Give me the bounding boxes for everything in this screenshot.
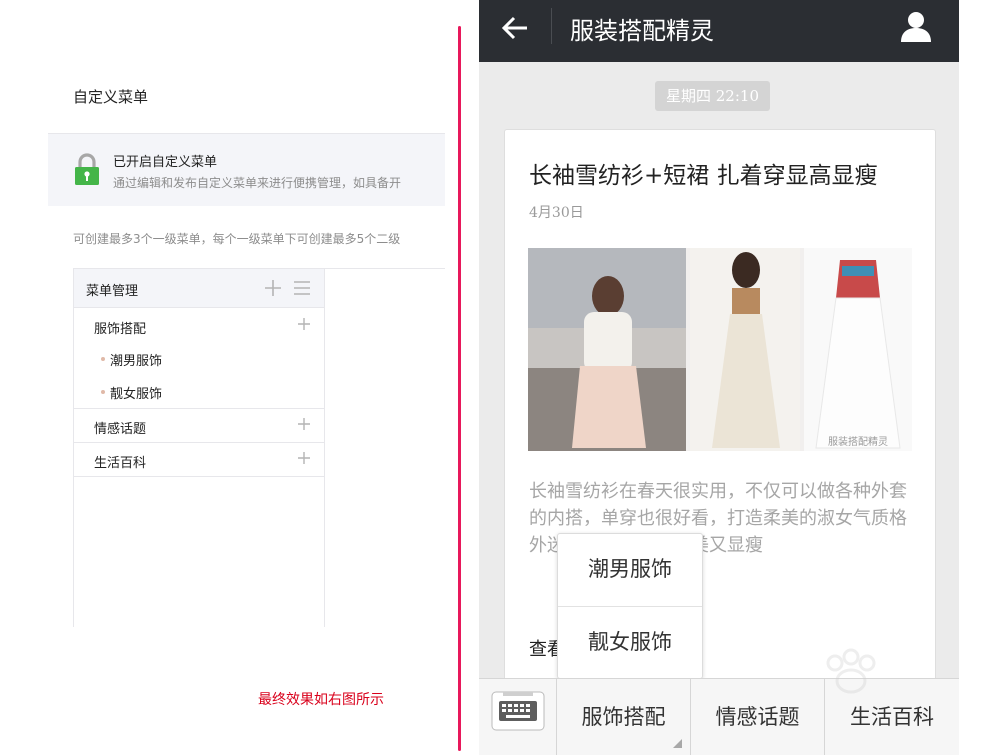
message-timestamp: 星期四 22:10 (655, 81, 770, 111)
menu-item-label: 服饰搭配 (94, 322, 147, 337)
menu-item-fashion[interactable]: 服饰搭配 (74, 308, 324, 341)
result-note: 最终效果如右图所示 (258, 692, 384, 708)
back-arrow-icon[interactable] (499, 12, 531, 44)
admin-panel: 自定义菜单 已开启自定义菜单 通过编辑和发布自定义菜单来进行便携管理，如具备开 … (0, 0, 445, 755)
topbar-separator (551, 8, 552, 44)
notice-title: 已开启自定义菜单 (113, 155, 218, 170)
menu-tree: 菜单管理 服饰搭配 潮男服饰 靓女服饰 情感话题 生活百科 (74, 269, 325, 627)
menu-item-emotion[interactable]: 情感话题 (74, 409, 324, 442)
plus-icon[interactable] (298, 418, 310, 430)
status-notice: 已开启自定义菜单 通过编辑和发布自定义菜单来进行便携管理，如具备开 (48, 133, 445, 206)
submenu-item-label: 潮男服饰 (110, 354, 163, 369)
lock-icon (75, 153, 99, 185)
keyboard-icon (491, 691, 545, 731)
bullet-dot (101, 390, 105, 394)
red-divider-line (458, 26, 461, 751)
tab-label: 服饰搭配 (581, 705, 666, 729)
sort-list-icon[interactable] (293, 279, 311, 297)
chat-topbar: 服装搭配精灵 (479, 0, 959, 62)
popup-item-women[interactable]: 靓女服饰 (558, 607, 702, 678)
menu-header: 菜单管理 (74, 269, 324, 308)
popup-item-men[interactable]: 潮男服饰 (558, 534, 702, 605)
add-menu-plus-icon[interactable] (264, 279, 282, 297)
user-icon[interactable] (899, 9, 933, 43)
article-date: 4月30日 (529, 205, 584, 221)
plus-icon[interactable] (298, 318, 310, 330)
row-divider (74, 476, 324, 477)
menu-item-label: 情感话题 (94, 422, 147, 437)
phone-preview: 服装搭配精灵 星期四 22:10 长袖雪纺衫+短裙 扎着穿显高显瘦 4月30日 (479, 0, 959, 755)
article-cover-image: 服装搭配精灵 (528, 248, 912, 451)
menu-header-label: 菜单管理 (86, 284, 139, 299)
submenu-indicator (673, 739, 682, 748)
page-title: 自定义菜单 (73, 88, 149, 106)
submenu-item-label: 靓女服饰 (110, 387, 163, 402)
article-title: 长袖雪纺衫+短裙 扎着穿显高显瘦 (529, 163, 878, 189)
keyboard-toggle-button[interactable] (479, 679, 557, 755)
tab-fashion[interactable]: 服饰搭配 (557, 679, 691, 755)
menu-hint: 可创建最多3个一级菜单，每个一级菜单下可创建最多5个二级 (73, 232, 401, 246)
account-title: 服装搭配精灵 (570, 17, 714, 45)
submenu-item-women[interactable]: 靓女服饰 (74, 374, 324, 407)
menu-item-label: 生活百科 (94, 456, 147, 471)
bullet-dot (101, 357, 105, 361)
submenu-item-men[interactable]: 潮男服饰 (74, 341, 324, 374)
baidu-watermark (826, 648, 876, 694)
image-watermark: 服装搭配精灵 (828, 435, 888, 448)
notice-description: 通过编辑和发布自定义菜单来进行便携管理，如具备开 (113, 176, 402, 190)
plus-icon[interactable] (298, 452, 310, 464)
menu-editor: 菜单管理 服饰搭配 潮男服饰 靓女服饰 情感话题 生活百科 (73, 268, 445, 627)
menu-item-life[interactable]: 生活百科 (74, 443, 324, 476)
submenu-popup: 潮男服饰 靓女服饰 (557, 533, 703, 679)
